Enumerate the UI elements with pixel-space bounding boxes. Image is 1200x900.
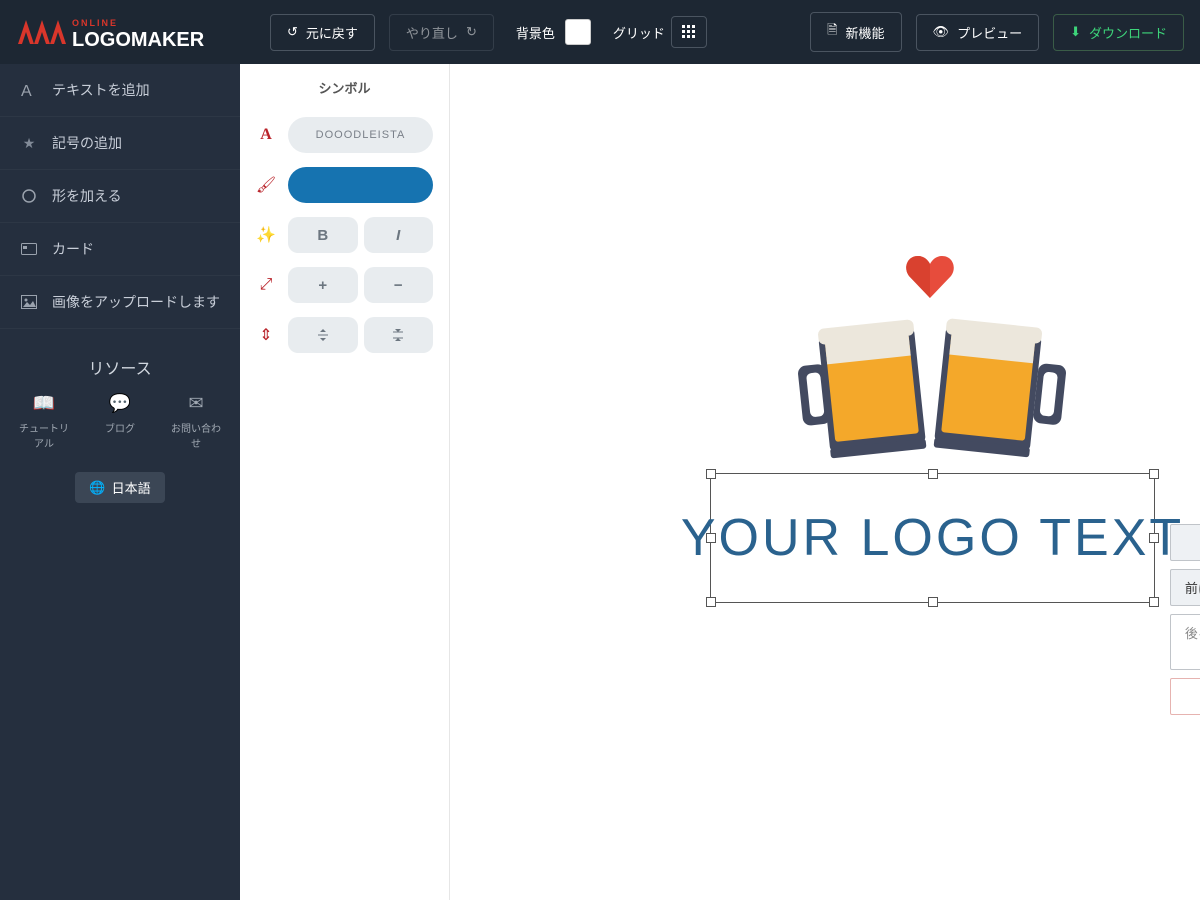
circle-icon [20, 187, 38, 205]
delete-button[interactable]: 消す [1170, 678, 1200, 715]
selection-box[interactable]: Your Logo Text [710, 473, 1155, 603]
italic-button[interactable]: I [364, 217, 434, 253]
color-picker[interactable] [288, 167, 433, 203]
sidebar-item-label: 画像をアップロードします [52, 292, 220, 312]
sidebar-item-add-shape[interactable]: 形を加える [0, 170, 240, 223]
bgcolor-swatch[interactable] [565, 19, 591, 45]
heart-icon [905, 254, 955, 303]
resource-label: チュートリアル [16, 420, 72, 450]
sidebar-item-label: 記号の追加 [52, 133, 122, 153]
grid-icon [682, 25, 696, 39]
wand-icon: ✨ [256, 225, 276, 245]
context-menu: 重複 前に持っていく 後ろに持っていく 消す [1170, 524, 1200, 715]
line-down-button[interactable] [364, 317, 434, 353]
book-icon: 📖 [33, 393, 55, 414]
logo-text[interactable]: Your Logo Text [681, 508, 1184, 568]
whatsnew-label: 新機能 [846, 23, 885, 42]
sidebar-item-label: テキストを追加 [52, 80, 150, 100]
font-picker[interactable]: DOOODLEISTA [288, 117, 433, 153]
handle-n[interactable] [928, 469, 938, 479]
redo-button[interactable]: やり直し ↻ [389, 14, 494, 51]
document-icon: 🗎 [827, 21, 837, 43]
image-icon [20, 293, 38, 311]
resource-tutorial[interactable]: 📖 チュートリアル [16, 393, 72, 450]
resources-title: リソース [0, 355, 240, 379]
spacing-icon: ⇕ [256, 325, 276, 345]
eye-icon: 👁 [933, 24, 950, 40]
download-label: ダウンロード [1089, 23, 1167, 42]
arrows-converge-icon [315, 327, 331, 343]
bgcolor-control[interactable]: 背景色 [516, 19, 591, 45]
sidebar-item-card[interactable]: カード [0, 223, 240, 276]
download-icon: ⬇ [1070, 24, 1081, 40]
sidebar-item-label: 形を加える [52, 186, 122, 206]
grid-toggle-button[interactable] [671, 16, 707, 48]
app-logo[interactable]: ONLINE LOGOMAKER [16, 12, 226, 52]
logo-artwork[interactable] [790, 254, 1070, 459]
main-area: A テキストを追加 ★ 記号の追加 形を加える カード 画像をアップロードします… [0, 64, 1200, 900]
arrows-diverge-icon [390, 327, 406, 343]
resize-icon: ⤢ [256, 276, 276, 294]
sidebar-item-label: カード [52, 239, 94, 259]
duplicate-button[interactable]: 重複 [1170, 524, 1200, 561]
whatsnew-button[interactable]: 🗎 新機能 [810, 12, 901, 52]
redo-label: やり直し [406, 23, 458, 42]
star-icon: ★ [20, 134, 38, 152]
sidebar: A テキストを追加 ★ 記号の追加 形を加える カード 画像をアップロードします… [0, 64, 240, 900]
sidebar-item-add-symbol[interactable]: ★ 記号の追加 [0, 117, 240, 170]
sidebar-item-add-text[interactable]: A テキストを追加 [0, 64, 240, 117]
grid-control: グリッド [613, 16, 707, 48]
handle-nw[interactable] [706, 469, 716, 479]
line-up-button[interactable] [288, 317, 358, 353]
globe-icon: 🌐 [89, 480, 105, 496]
resource-label: お問い合わせ [168, 420, 224, 450]
svg-text:A: A [21, 83, 32, 98]
resources-section: リソース 📖 チュートリアル 💬 ブログ ✉ お問い合わせ 🌐 日本語 [0, 355, 240, 503]
grid-label: グリッド [613, 23, 665, 42]
undo-label: 元に戻す [306, 23, 358, 42]
properties-panel: シンボル A DOOODLEISTA 🖌 ✨ B I ⤢ + − ⇕ [240, 64, 450, 900]
redo-icon: ↻ [466, 24, 477, 40]
undo-button[interactable]: ↺ 元に戻す [270, 14, 375, 51]
preview-button[interactable]: 👁 プレビュー [916, 14, 1040, 51]
preview-label: プレビュー [957, 23, 1022, 42]
panel-title: シンボル [256, 78, 433, 97]
increase-button[interactable]: + [288, 267, 358, 303]
handle-ne[interactable] [1149, 469, 1159, 479]
svg-text:LOGOMAKER: LOGOMAKER [72, 29, 205, 51]
beer-mugs-icon [790, 309, 1070, 459]
sidebar-item-upload-image[interactable]: 画像をアップロードします [0, 276, 240, 329]
handle-s[interactable] [928, 597, 938, 607]
text-icon: A [20, 81, 38, 99]
handle-se[interactable] [1149, 597, 1159, 607]
resource-contact[interactable]: ✉ お問い合わせ [168, 393, 224, 450]
handle-sw[interactable] [706, 597, 716, 607]
mail-icon: ✉ [188, 393, 203, 414]
brush-icon: 🖌 [256, 175, 276, 195]
bold-button[interactable]: B [288, 217, 358, 253]
canvas[interactable]: Your Logo Text 重複 前に持っていく 後ろに持っていく 消す [450, 64, 1200, 900]
decrease-button[interactable]: − [364, 267, 434, 303]
topbar: ONLINE LOGOMAKER ↺ 元に戻す やり直し ↻ 背景色 グリッド … [0, 0, 1200, 64]
language-selector[interactable]: 🌐 日本語 [75, 472, 164, 503]
font-icon: A [256, 126, 276, 144]
bring-front-button[interactable]: 前に持っていく [1170, 569, 1200, 606]
bgcolor-label: 背景色 [516, 23, 555, 42]
card-icon [20, 240, 38, 258]
send-back-button[interactable]: 後ろに持っていく [1170, 614, 1200, 670]
download-button[interactable]: ⬇ ダウンロード [1053, 14, 1184, 51]
language-label: 日本語 [112, 478, 151, 497]
undo-icon: ↺ [287, 24, 298, 40]
svg-text:ONLINE: ONLINE [72, 18, 118, 28]
chat-icon: 💬 [109, 393, 131, 414]
resource-label: ブログ [105, 420, 135, 435]
resource-blog[interactable]: 💬 ブログ [92, 393, 148, 450]
